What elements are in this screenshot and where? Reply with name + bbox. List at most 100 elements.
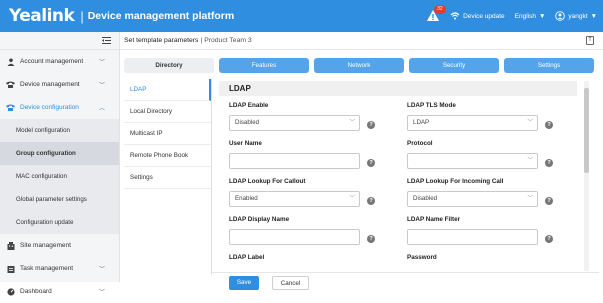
subnav-item-settings[interactable]: Settings: [124, 167, 211, 189]
page-subtitle: Product Team 3: [204, 37, 252, 44]
chevron-down-icon: ﹀: [527, 120, 533, 126]
help-icon[interactable]: ?: [367, 235, 375, 243]
sidebar-item-site-management[interactable]: Site management: [0, 234, 119, 257]
cancel-button[interactable]: Cancel: [272, 276, 309, 290]
phone-config-icon: [6, 103, 15, 112]
help-icon[interactable]: ?: [545, 159, 553, 167]
caret-down-icon: ▼: [590, 12, 597, 20]
password-label: Password: [407, 254, 437, 261]
user-name-input[interactable]: [229, 153, 360, 169]
lookup-callout-select[interactable]: Enabled ﹀: [229, 191, 360, 207]
logo-separator: |: [80, 8, 84, 24]
help-icon[interactable]: ?: [367, 197, 375, 205]
ldap-label-label: LDAP Label: [229, 254, 265, 261]
sidebar-item-device-configuration[interactable]: Device configuration ︿: [0, 96, 119, 119]
yealink-logo: Yealink: [9, 6, 75, 26]
building-icon: [6, 241, 15, 250]
lookup-incoming-select[interactable]: Disabled ﹀: [407, 191, 538, 207]
lookup-incoming-value: Disabled: [413, 195, 438, 202]
tab-security[interactable]: Security: [409, 58, 499, 73]
menu-collapse-icon: [102, 37, 111, 44]
dashboard-icon: [6, 287, 15, 296]
ldap-tls-mode-value: LDAP: [413, 119, 430, 126]
action-bar: Save Cancel: [212, 272, 599, 290]
sidebar-item-task-management[interactable]: Task management ﹀: [0, 257, 119, 280]
language-select[interactable]: English ▼: [515, 13, 546, 20]
page-title: Set template parameters: [124, 37, 199, 44]
top-bar: Yealink | Device management platform 32 …: [0, 0, 603, 32]
sidebar-item-label: Dashboard: [20, 288, 52, 295]
sidebar-subitem-group-configuration[interactable]: Group configuration: [0, 142, 119, 165]
tab-directory[interactable]: Directory: [124, 58, 214, 73]
sidebar-item-label: Site management: [20, 242, 71, 249]
lookup-callout-value: Enabled: [235, 195, 258, 202]
sidebar-collapse-button[interactable]: [0, 32, 119, 50]
sidebar-item-account-management[interactable]: Account management ﹀: [0, 50, 119, 73]
chevron-down-icon: ﹀: [98, 83, 105, 89]
user-icon: [555, 11, 566, 21]
ldap-enable-label: LDAP Enable: [229, 102, 269, 109]
alert-count-badge: 32: [434, 5, 446, 14]
ldap-tls-mode-select[interactable]: LDAP ﹀: [407, 115, 538, 131]
help-icon[interactable]: ?: [367, 121, 375, 129]
document-icon[interactable]: T: [586, 36, 594, 45]
chevron-down-icon: ﹀: [349, 120, 355, 126]
platform-title: Device management platform: [87, 10, 235, 22]
sidebar-item-label: Task management: [20, 265, 74, 272]
lookup-callout-label: LDAP Lookup For Callout: [229, 178, 306, 185]
form-scrollbar[interactable]: [584, 81, 589, 271]
sidebar-subitem-mac-configuration[interactable]: MAC configuration: [0, 165, 119, 188]
chevron-up-icon: ︿: [98, 106, 105, 112]
subnav-item-local-directory[interactable]: Local Directory: [124, 101, 211, 123]
save-button[interactable]: Save: [229, 276, 259, 290]
help-icon[interactable]: ?: [545, 235, 553, 243]
device-update-label: Device update: [463, 12, 505, 20]
sidebar: Account management ﹀ Device management ﹀…: [0, 32, 120, 296]
protocol-select[interactable]: ﹀: [407, 153, 538, 169]
chevron-down-icon: ﹀: [527, 196, 533, 202]
ldap-tls-mode-label: LDAP TLS Mode: [407, 102, 456, 109]
header-separator: |: [200, 37, 203, 44]
help-icon[interactable]: ?: [367, 159, 375, 167]
help-icon[interactable]: ?: [545, 197, 553, 205]
ldap-enable-value: Disabled: [235, 119, 260, 126]
user-name: yangkt: [568, 12, 588, 20]
sidebar-subitem-model-configuration[interactable]: Model configuration: [0, 119, 119, 142]
sidebar-item-label: Device management: [20, 81, 80, 88]
page-header: Set template parameters | Product Team 3: [120, 32, 603, 50]
scrollbar-thumb[interactable]: [584, 88, 589, 173]
ldap-form: LDAP LDAP Enable Disabled ﹀ ? LDAP TLS Mo…: [219, 81, 577, 271]
display-name-input[interactable]: [229, 229, 360, 245]
language-label: English: [514, 12, 536, 20]
clipboard-icon: [6, 264, 15, 273]
chevron-down-icon: ﹀: [527, 158, 533, 164]
chevron-down-icon: ﹀: [98, 290, 105, 296]
device-update-button[interactable]: Device update: [450, 12, 505, 20]
tab-features[interactable]: Features: [219, 58, 309, 73]
user-menu[interactable]: yangkt ▼: [555, 11, 597, 21]
lookup-incoming-label: LDAP Lookup For Incoming Call: [407, 178, 504, 185]
name-filter-input[interactable]: [407, 229, 538, 245]
alert-button[interactable]: 32: [426, 5, 446, 23]
sidebar-subitem-configuration-update[interactable]: Configuration update: [0, 211, 119, 234]
subnav-item-ldap[interactable]: LDAP: [124, 79, 211, 101]
sidebar-item-label: Account management: [20, 58, 84, 65]
help-icon[interactable]: ?: [545, 121, 553, 129]
main-panel: Set template parameters | Product Team 3…: [120, 32, 603, 290]
sidebar-item-device-management[interactable]: Device management ﹀: [0, 73, 119, 96]
subnav-item-multicast-ip[interactable]: Multicast IP: [124, 123, 211, 145]
sidebar-subitem-global-parameter-settings[interactable]: Global parameter settings: [0, 188, 119, 211]
tab-bar: Directory Features Network Security Sett…: [124, 58, 599, 73]
tab-settings[interactable]: Settings: [504, 58, 594, 73]
sidebar-item-dashboard[interactable]: Dashboard ﹀: [0, 280, 119, 303]
protocol-label: Protocol: [407, 140, 433, 147]
person-icon: [6, 57, 15, 66]
sidebar-item-label: Device configuration: [20, 104, 79, 111]
chevron-down-icon: ﹀: [349, 196, 355, 202]
subnav-item-remote-phone-book[interactable]: Remote Phone Book: [124, 145, 211, 167]
directory-subnav: LDAP Local Directory Multicast IP Remote…: [124, 79, 212, 275]
ldap-enable-select[interactable]: Disabled ﹀: [229, 115, 360, 131]
name-filter-label: LDAP Name Filter: [407, 216, 461, 223]
tab-network[interactable]: Network: [314, 58, 404, 73]
section-title: LDAP: [219, 81, 577, 96]
